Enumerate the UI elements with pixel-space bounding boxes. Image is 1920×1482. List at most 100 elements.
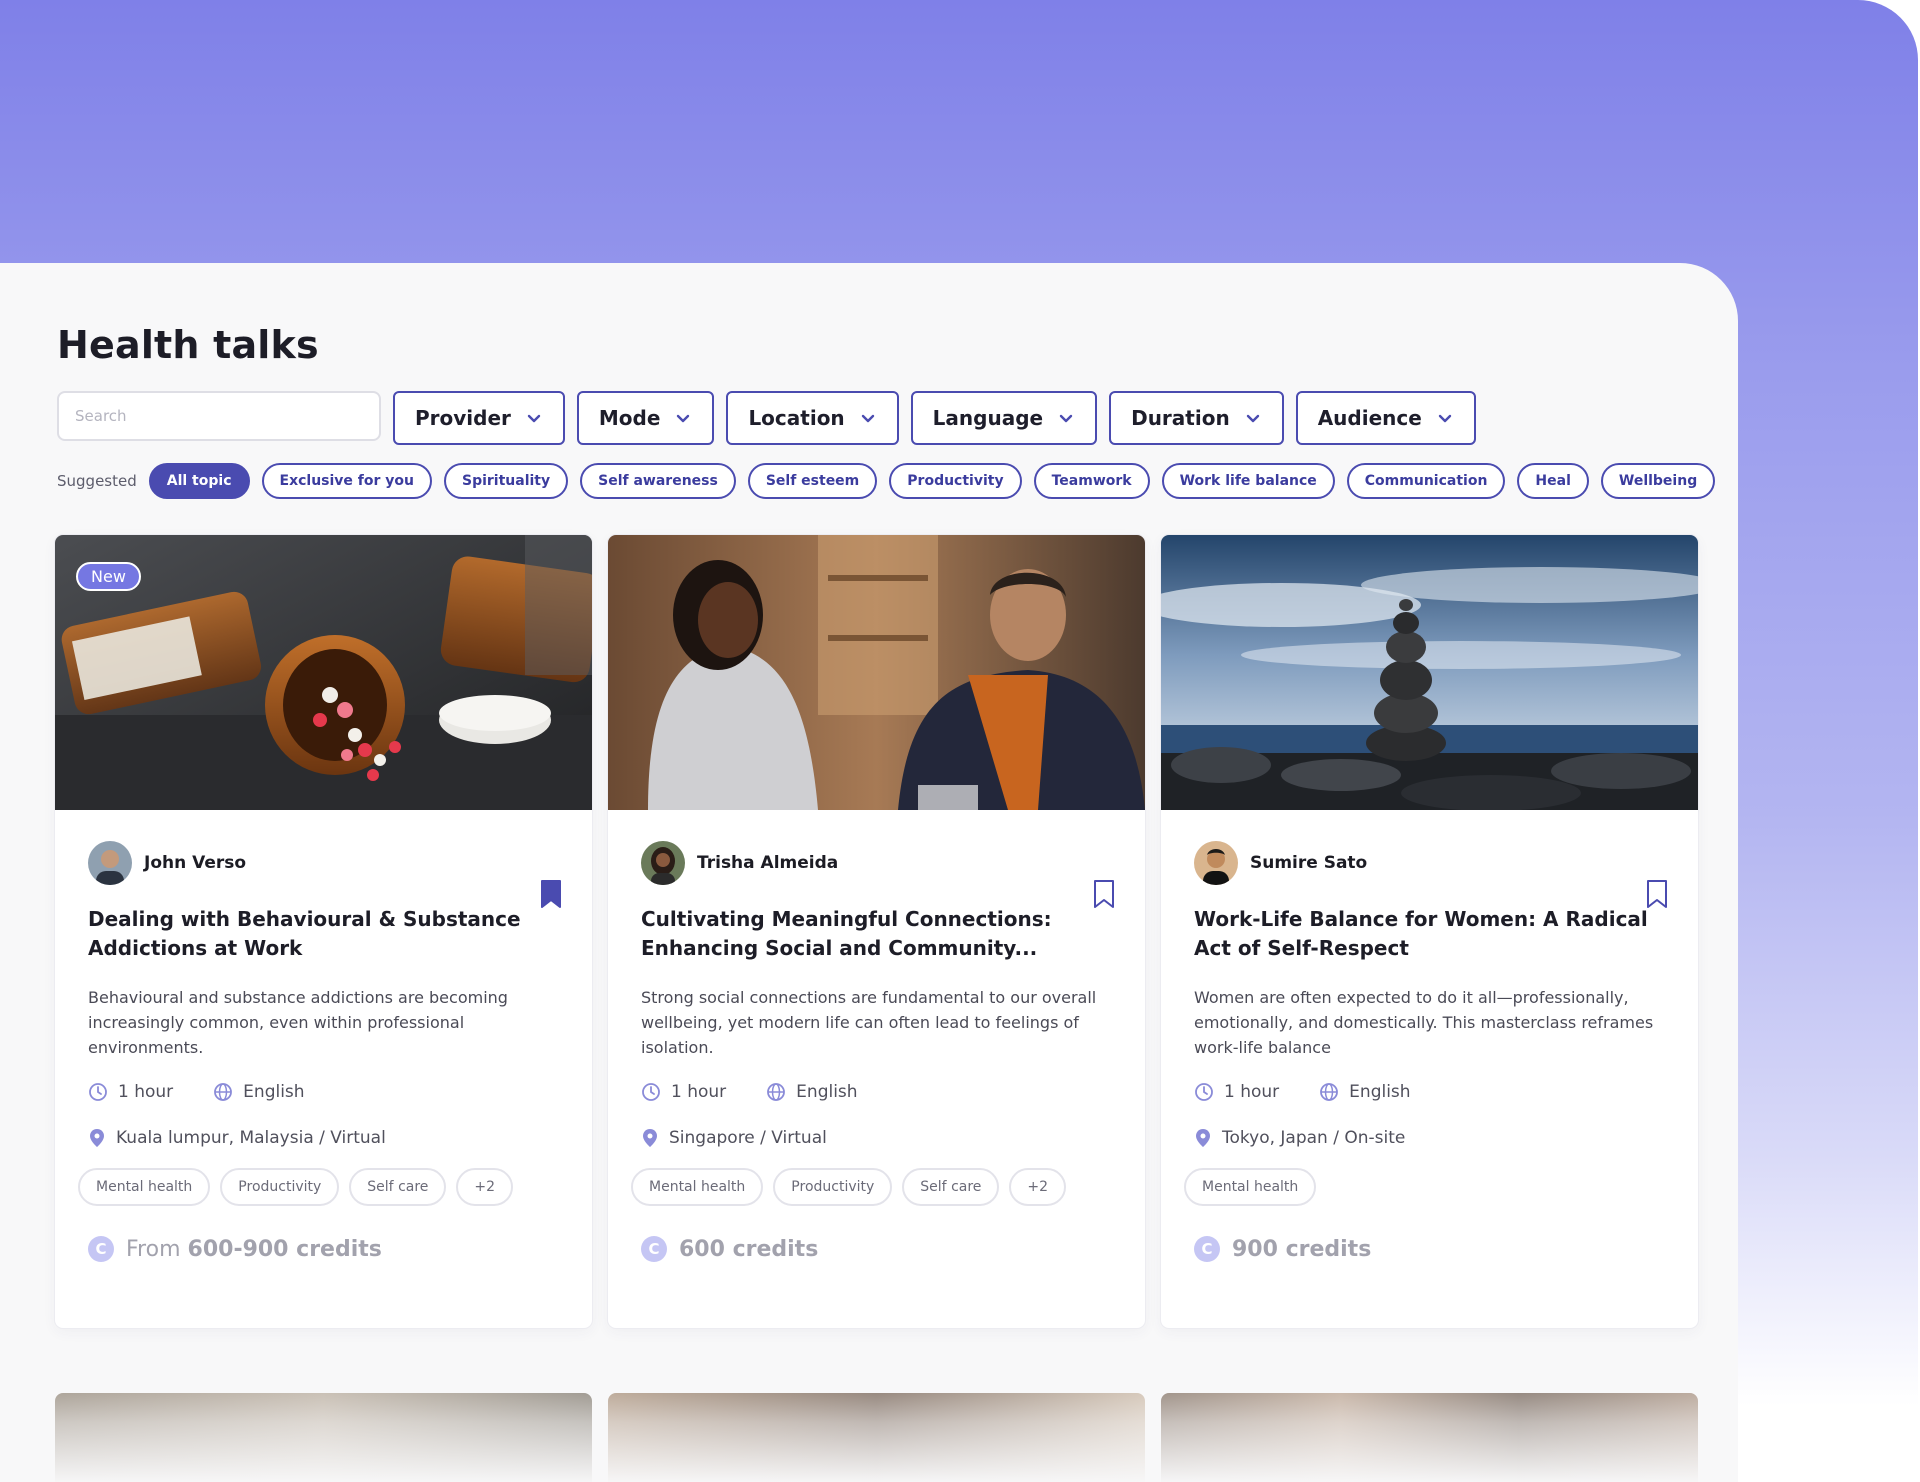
talk-title[interactable]: Work-Life Balance for Women: A Radical A…: [1194, 905, 1665, 963]
chevron-down-icon: [677, 414, 690, 423]
talk-location: Kuala lumpur, Malaysia / Virtual: [88, 1128, 559, 1148]
talk-location: Singapore / Virtual: [641, 1128, 1112, 1148]
topic-chip[interactable]: Self awareness: [580, 463, 736, 499]
bookmark-icon[interactable]: [538, 879, 564, 909]
filter-label: Audience: [1317, 406, 1422, 430]
price-row: C From 600-900 credits: [88, 1236, 559, 1262]
tag: Mental health: [1184, 1168, 1317, 1206]
topic-chip-all[interactable]: All topic: [148, 463, 250, 499]
avatar: [1194, 841, 1238, 885]
author-name: Sumire Sato: [1250, 853, 1368, 873]
talk-meta: 1 hour English: [88, 1082, 559, 1102]
talk-meta: 1 hour English: [1194, 1082, 1665, 1102]
filter-language[interactable]: Language: [910, 391, 1098, 445]
topic-chip[interactable]: Work life balance: [1161, 463, 1335, 499]
filter-audience[interactable]: Audience: [1295, 391, 1476, 445]
filter-label: Duration: [1131, 406, 1230, 430]
topic-chip[interactable]: Exclusive for you: [261, 463, 432, 499]
talk-description: Strong social connections are fundamenta…: [641, 988, 1097, 1057]
map-pin-icon: [90, 1129, 104, 1147]
bookmark-icon[interactable]: [1091, 879, 1117, 909]
avatar: [641, 841, 685, 885]
filter-bar: Search Provider Mode Location Language D…: [57, 391, 1476, 445]
talk-meta: 1 hour English: [641, 1082, 1112, 1102]
talk-description: Women are often expected to do it all—pr…: [1194, 988, 1654, 1057]
credit-coin-icon: C: [1194, 1236, 1220, 1262]
chevron-down-icon: [1438, 414, 1452, 423]
talk-location: Tokyo, Japan / On-site: [1194, 1128, 1665, 1148]
filter-location[interactable]: Location: [726, 391, 899, 445]
topic-chip[interactable]: Teamwork: [1033, 463, 1150, 499]
author-name: Trisha Almeida: [697, 853, 839, 873]
filter-label: Location: [748, 406, 845, 430]
location-text: Kuala lumpur, Malaysia / Virtual: [116, 1128, 386, 1148]
tag-more[interactable]: +2: [1009, 1168, 1067, 1206]
talk-title[interactable]: Cultivating Meaningful Connections: Enha…: [641, 905, 1112, 963]
tag-list: Mental health: [1184, 1168, 1665, 1206]
credit-coin-icon: C: [641, 1236, 667, 1262]
topic-chip[interactable]: Communication: [1346, 463, 1506, 499]
filter-label: Mode: [598, 406, 661, 430]
filter-mode[interactable]: Mode: [576, 391, 715, 445]
author-row: Sumire Sato: [1194, 841, 1665, 885]
talk-description: Behavioural and substance addictions are…: [88, 988, 508, 1057]
price: 900 credits: [1232, 1236, 1372, 1262]
bottom-fade: [0, 1363, 1738, 1482]
filter-duration[interactable]: Duration: [1109, 391, 1284, 445]
bookmark-icon[interactable]: [1644, 879, 1670, 909]
globe-icon: [767, 1083, 786, 1101]
author-name: John Verso: [144, 853, 247, 873]
chevron-down-icon: [1246, 414, 1259, 423]
price-prefix: From: [126, 1236, 181, 1262]
talk-card-grid: New John Verso Dealing with Behavioural …: [55, 535, 1698, 1328]
chevron-down-icon: [1059, 414, 1073, 423]
topic-chip[interactable]: Self esteem: [747, 463, 878, 499]
talk-card[interactable]: New John Verso Dealing with Behavioural …: [55, 535, 592, 1328]
duration: 1 hour: [671, 1082, 727, 1102]
tag: Productivity: [773, 1168, 893, 1206]
clock-icon: [89, 1083, 107, 1101]
main-panel: Health talks Search Provider Mode Locati…: [0, 263, 1738, 1482]
tag: Self care: [902, 1168, 1000, 1206]
language: English: [1349, 1082, 1411, 1102]
topic-chip[interactable]: Spirituality: [443, 463, 569, 499]
topic-chip[interactable]: Heal: [1517, 463, 1589, 499]
globe-icon: [1320, 1083, 1339, 1101]
talk-title[interactable]: Dealing with Behavioural & Substance Add…: [88, 905, 559, 963]
chevron-down-icon: [527, 414, 541, 423]
filter-provider[interactable]: Provider: [393, 391, 565, 445]
chevron-down-icon: [861, 414, 874, 423]
suggested-label: Suggested: [57, 472, 137, 490]
globe-icon: [214, 1083, 233, 1101]
tag-list: Mental health Productivity Self care +2: [78, 1168, 559, 1206]
talk-image-conversation: [608, 535, 1145, 810]
language: English: [796, 1082, 858, 1102]
price-row: C 900 credits: [1194, 1236, 1665, 1262]
search-input[interactable]: Search: [57, 391, 381, 441]
map-pin-icon: [1196, 1129, 1210, 1147]
talk-image-stones: [1161, 535, 1698, 810]
duration: 1 hour: [1224, 1082, 1280, 1102]
tag-list: Mental health Productivity Self care +2: [631, 1168, 1112, 1206]
map-pin-icon: [643, 1129, 657, 1147]
page-title: Health talks: [57, 323, 319, 367]
talk-image-pills: New: [55, 535, 592, 810]
credit-coin-icon: C: [88, 1236, 114, 1262]
price: 600 credits: [679, 1236, 819, 1262]
price: 600-900 credits: [187, 1236, 382, 1262]
talk-card[interactable]: Sumire Sato Work-Life Balance for Women:…: [1161, 535, 1698, 1328]
tag: Mental health: [631, 1168, 764, 1206]
author-row: Trisha Almeida: [641, 841, 1112, 885]
new-badge: New: [76, 562, 141, 591]
topic-chip[interactable]: Wellbeing: [1600, 463, 1716, 499]
tag: Mental health: [78, 1168, 211, 1206]
filter-label: Language: [932, 406, 1044, 430]
talk-card[interactable]: Trisha Almeida Cultivating Meaningful Co…: [608, 535, 1145, 1328]
tag: Productivity: [220, 1168, 340, 1206]
tag: Self care: [349, 1168, 447, 1206]
avatar: [88, 841, 132, 885]
tag-more[interactable]: +2: [456, 1168, 514, 1206]
clock-icon: [1195, 1083, 1213, 1101]
duration: 1 hour: [118, 1082, 174, 1102]
topic-chip[interactable]: Productivity: [889, 463, 1022, 499]
